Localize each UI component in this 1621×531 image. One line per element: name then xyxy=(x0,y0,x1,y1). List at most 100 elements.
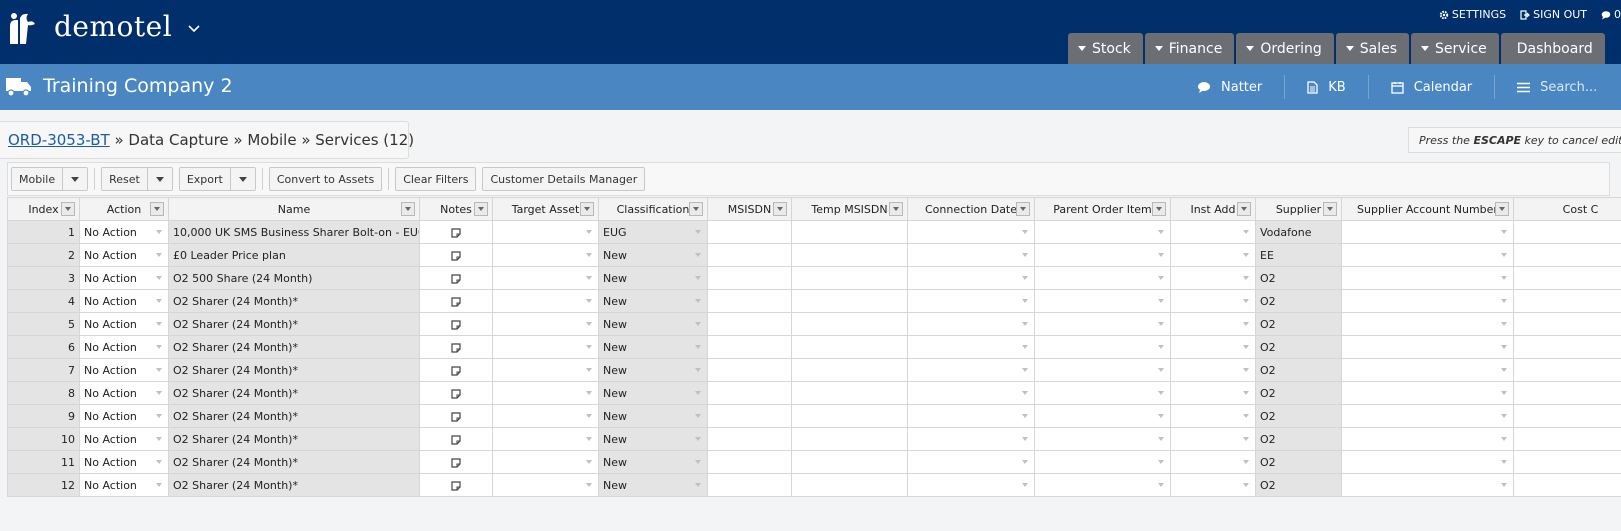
action-cell[interactable]: No Action xyxy=(79,358,169,382)
supplier-account-number-cell[interactable] xyxy=(1341,450,1514,474)
action-cell[interactable]: No Action xyxy=(79,289,169,313)
target-asset-cell[interactable] xyxy=(492,473,599,497)
column-header[interactable]: Target Asset xyxy=(492,197,599,221)
calendar-link[interactable]: Calendar xyxy=(1369,75,1496,99)
note-icon[interactable] xyxy=(451,411,461,422)
filter-icon[interactable] xyxy=(1152,202,1166,216)
target-asset-cell[interactable] xyxy=(492,381,599,405)
parent-order-item-cell[interactable] xyxy=(1034,381,1171,405)
note-icon[interactable] xyxy=(451,388,461,399)
parent-order-item-cell[interactable] xyxy=(1034,404,1171,428)
notes-cell[interactable] xyxy=(419,358,493,382)
cost-centre-cell[interactable] xyxy=(1513,450,1621,474)
supplier-account-number-cell[interactable] xyxy=(1341,473,1514,497)
notes-cell[interactable] xyxy=(419,473,493,497)
note-icon[interactable] xyxy=(451,296,461,307)
msisdn-cell[interactable] xyxy=(707,404,792,428)
parent-order-item-cell[interactable] xyxy=(1034,335,1171,359)
temp-msisdn-cell[interactable] xyxy=(791,358,908,382)
connection-date-cell[interactable] xyxy=(907,381,1035,405)
filter-icon[interactable] xyxy=(61,202,75,216)
msisdn-cell[interactable] xyxy=(707,266,792,290)
inst-add-cell[interactable] xyxy=(1170,404,1256,428)
filter-icon[interactable] xyxy=(474,202,488,216)
msisdn-cell[interactable] xyxy=(707,243,792,267)
reset-dropdown[interactable] xyxy=(146,168,172,190)
filter-icon[interactable] xyxy=(889,202,903,216)
natter-link[interactable]: Natter xyxy=(1175,75,1286,99)
notes-cell[interactable] xyxy=(419,427,493,451)
temp-msisdn-cell[interactable] xyxy=(791,289,908,313)
column-header[interactable]: Connection Date xyxy=(907,197,1035,221)
connection-date-cell[interactable] xyxy=(907,243,1035,267)
messages-link[interactable]: 0 xyxy=(1601,8,1621,21)
export-dropdown[interactable] xyxy=(229,168,255,190)
note-icon[interactable] xyxy=(451,480,461,491)
column-header[interactable]: Supplier xyxy=(1255,197,1342,221)
filter-icon[interactable] xyxy=(1016,202,1030,216)
column-header[interactable]: Temp MSISDN xyxy=(791,197,908,221)
column-header[interactable]: Index xyxy=(7,197,80,221)
supplier-account-number-cell[interactable] xyxy=(1341,220,1514,244)
filter-icon[interactable] xyxy=(1323,202,1337,216)
note-icon[interactable] xyxy=(451,457,461,468)
target-asset-cell[interactable] xyxy=(492,266,599,290)
connection-date-cell[interactable] xyxy=(907,358,1035,382)
inst-add-cell[interactable] xyxy=(1170,335,1256,359)
notes-cell[interactable] xyxy=(419,289,493,313)
connection-date-cell[interactable] xyxy=(907,312,1035,336)
action-cell[interactable]: No Action xyxy=(79,381,169,405)
filter-icon[interactable] xyxy=(401,202,415,216)
nav-tab-stock[interactable]: Stock xyxy=(1068,33,1143,64)
parent-order-item-cell[interactable] xyxy=(1034,243,1171,267)
target-asset-cell[interactable] xyxy=(492,335,599,359)
notes-cell[interactable] xyxy=(419,450,493,474)
cost-centre-cell[interactable] xyxy=(1513,266,1621,290)
note-icon[interactable] xyxy=(451,342,461,353)
column-header[interactable]: Classification xyxy=(598,197,708,221)
action-cell[interactable]: No Action xyxy=(79,404,169,428)
connection-date-cell[interactable] xyxy=(907,335,1035,359)
mobile-button[interactable]: Mobile xyxy=(12,168,63,190)
parent-order-item-cell[interactable] xyxy=(1034,312,1171,336)
clear-filters-button[interactable]: Clear Filters xyxy=(395,167,477,191)
note-icon[interactable] xyxy=(451,365,461,376)
cost-centre-cell[interactable] xyxy=(1513,312,1621,336)
note-icon[interactable] xyxy=(451,250,461,261)
connection-date-cell[interactable] xyxy=(907,266,1035,290)
inst-add-cell[interactable] xyxy=(1170,266,1256,290)
parent-order-item-cell[interactable] xyxy=(1034,220,1171,244)
action-cell[interactable]: No Action xyxy=(79,473,169,497)
filter-icon[interactable] xyxy=(1237,202,1251,216)
parent-order-item-cell[interactable] xyxy=(1034,473,1171,497)
filter-icon[interactable] xyxy=(689,202,703,216)
msisdn-cell[interactable] xyxy=(707,289,792,313)
note-icon[interactable] xyxy=(451,319,461,330)
target-asset-cell[interactable] xyxy=(492,404,599,428)
target-asset-cell[interactable] xyxy=(492,427,599,451)
column-header[interactable]: Notes xyxy=(419,197,493,221)
action-cell[interactable]: No Action xyxy=(79,220,169,244)
parent-order-item-cell[interactable] xyxy=(1034,427,1171,451)
supplier-account-number-cell[interactable] xyxy=(1341,243,1514,267)
brand-name[interactable]: demotel xyxy=(54,10,172,43)
connection-date-cell[interactable] xyxy=(907,427,1035,451)
company-title[interactable]: Training Company 2 xyxy=(43,75,233,97)
connection-date-cell[interactable] xyxy=(907,220,1035,244)
supplier-account-number-cell[interactable] xyxy=(1341,404,1514,428)
cost-centre-cell[interactable] xyxy=(1513,404,1621,428)
temp-msisdn-cell[interactable] xyxy=(791,335,908,359)
nav-tab-dashboard[interactable]: Dashboard xyxy=(1500,33,1605,64)
target-asset-cell[interactable] xyxy=(492,289,599,313)
action-cell[interactable]: No Action xyxy=(79,243,169,267)
target-asset-cell[interactable] xyxy=(492,358,599,382)
cost-centre-cell[interactable] xyxy=(1513,335,1621,359)
target-asset-cell[interactable] xyxy=(492,243,599,267)
column-header[interactable]: Inst Add xyxy=(1170,197,1256,221)
nav-tab-sales[interactable]: Sales xyxy=(1335,33,1410,64)
notes-cell[interactable] xyxy=(419,243,493,267)
kb-link[interactable]: KB xyxy=(1285,75,1369,99)
breadcrumb-order-link[interactable]: ORD-3053-BT xyxy=(8,131,110,149)
notes-cell[interactable] xyxy=(419,335,493,359)
reset-button[interactable]: Reset xyxy=(102,168,147,190)
